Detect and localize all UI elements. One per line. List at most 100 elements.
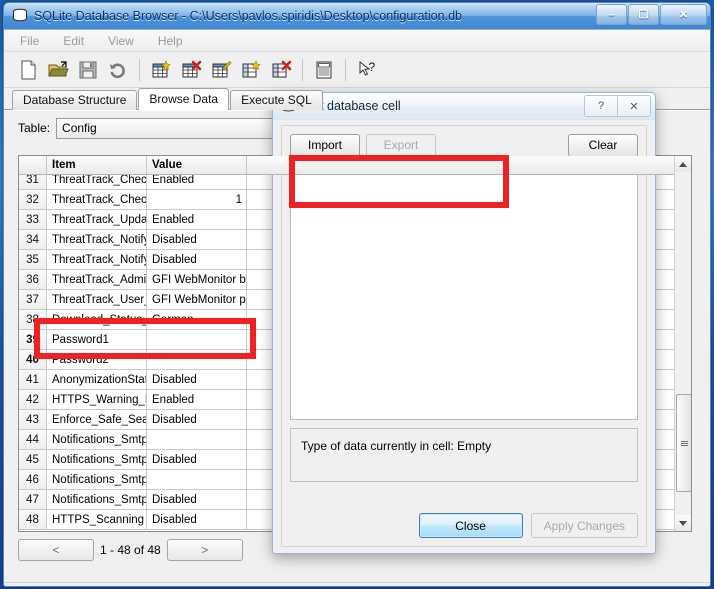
- row-number: 42: [19, 390, 47, 410]
- cell-item[interactable]: Notifications_Smtp_: [47, 450, 147, 470]
- cell-value[interactable]: [147, 470, 247, 490]
- previous-page-button[interactable]: <: [18, 539, 94, 561]
- row-number: 39: [19, 330, 47, 350]
- cell-item[interactable]: Notifications_Smtp_: [47, 470, 147, 490]
- export-button: Export: [366, 133, 436, 157]
- cell-item[interactable]: HTTPS_Scanning: [47, 510, 147, 530]
- cell-value[interactable]: Disabled: [147, 370, 247, 390]
- row-number: 43: [19, 410, 47, 430]
- tab-database-structure[interactable]: Database Structure: [12, 90, 138, 110]
- scrollbar-thumb[interactable]: [676, 394, 691, 492]
- cell-value[interactable]: 1: [147, 190, 247, 210]
- cell-value[interactable]: Enabled: [147, 390, 247, 410]
- open-database-button[interactable]: [44, 56, 72, 84]
- revert-changes-button[interactable]: [104, 56, 132, 84]
- cell-value[interactable]: [147, 350, 247, 370]
- header-item[interactable]: Item: [47, 156, 147, 174]
- save-database-button[interactable]: [74, 56, 102, 84]
- row-number: 34: [19, 230, 47, 250]
- grip-icon: [680, 440, 688, 447]
- cell-item[interactable]: Download_Status_W: [47, 310, 147, 330]
- row-number: 36: [19, 270, 47, 290]
- new-database-button[interactable]: [14, 56, 42, 84]
- cell-editor-textarea[interactable]: [290, 164, 638, 420]
- window-title: SQLite Database Browser - C:\Users\pavlo…: [34, 9, 462, 23]
- cell-item[interactable]: Notifications_Smtp_: [47, 430, 147, 450]
- cell-value[interactable]: Disabled: [147, 230, 247, 250]
- cell-value[interactable]: GFI WebMonitor blo: [147, 270, 247, 290]
- cell-item[interactable]: ThreatTrack_Check_: [47, 190, 147, 210]
- clear-button[interactable]: Clear: [568, 133, 638, 157]
- apply-changes-button: Apply Changes: [530, 513, 638, 538]
- dialog-close-button[interactable]: ✕: [617, 95, 651, 117]
- scroll-down-button[interactable]: [675, 515, 691, 531]
- minimize-icon: –: [608, 8, 615, 21]
- cell-item[interactable]: ThreatTrack_Admin_: [47, 270, 147, 290]
- next-page-button[interactable]: >: [166, 539, 243, 561]
- cell-item[interactable]: Password2: [47, 350, 147, 370]
- cell-value[interactable]: [147, 430, 247, 450]
- cell-value[interactable]: Enabled: [147, 210, 247, 230]
- tab-execute-sql[interactable]: Execute SQL: [230, 90, 323, 110]
- modify-table-icon: [212, 60, 232, 77]
- create-index-button[interactable]: [237, 56, 265, 84]
- cell-item[interactable]: HTTPS_Warning_Pag: [47, 390, 147, 410]
- menu-item-edit[interactable]: Edit: [57, 32, 96, 50]
- cell-value[interactable]: Disabled: [147, 450, 247, 470]
- cell-value[interactable]: [147, 330, 247, 350]
- cell-type-panel: Type of data currently in cell: Empty: [290, 428, 638, 482]
- import-button[interactable]: Import: [290, 133, 360, 157]
- table-label: Table:: [18, 121, 51, 135]
- dialog-help-button[interactable]: ?: [584, 95, 617, 117]
- cell-value[interactable]: GFI WebMonitor pro: [147, 290, 247, 310]
- save-database-icon: [79, 61, 97, 78]
- close-icon: ✕: [629, 100, 639, 113]
- cell-item[interactable]: ThreatTrack_User_N: [47, 290, 147, 310]
- new-database-icon: [21, 60, 36, 79]
- maximize-button[interactable]: ❐: [628, 4, 659, 25]
- modify-table-button[interactable]: [207, 56, 235, 84]
- header-value[interactable]: Value: [147, 156, 247, 174]
- log-button[interactable]: [310, 56, 338, 84]
- maximize-icon: ❐: [638, 9, 649, 21]
- cell-item[interactable]: ThreatTrack_Notify_: [47, 250, 147, 270]
- tab-label: Execute SQL: [241, 93, 312, 107]
- scroll-up-button[interactable]: [675, 156, 691, 172]
- row-number: 33: [19, 210, 47, 230]
- menu-item-view[interactable]: View: [102, 32, 146, 50]
- cell-item[interactable]: Notifications_Smtp_: [47, 490, 147, 510]
- cell-value[interactable]: Disabled: [147, 410, 247, 430]
- minimize-button[interactable]: –: [596, 4, 627, 25]
- delete-table-button[interactable]: [177, 56, 205, 84]
- import-button-label: Import: [307, 138, 342, 152]
- export-button-label: Export: [383, 138, 419, 152]
- close-dialog-button[interactable]: Close: [418, 513, 523, 538]
- cell-item[interactable]: ThreatTrack_Update: [47, 210, 147, 230]
- cell-value[interactable]: German: [147, 310, 247, 330]
- clear-button-label: Clear: [588, 138, 618, 152]
- delete-index-button[interactable]: [267, 56, 295, 84]
- grid-vertical-scrollbar[interactable]: [674, 156, 691, 531]
- row-number: 45: [19, 450, 47, 470]
- menu-item-help[interactable]: Help: [152, 32, 195, 50]
- cell-value[interactable]: Disabled: [147, 510, 247, 530]
- whats-this-button[interactable]: ?: [353, 56, 381, 84]
- cell-item[interactable]: ThreatTrack_Notify_: [47, 230, 147, 250]
- cell-item[interactable]: AnonymizationStatu: [47, 370, 147, 390]
- menu-item-file[interactable]: File: [14, 32, 51, 50]
- previous-page-label: <: [52, 543, 60, 557]
- open-database-icon: [48, 60, 69, 76]
- status-bar: [4, 582, 710, 586]
- row-number: 37: [19, 290, 47, 310]
- tab-browse-data[interactable]: Browse Data: [138, 88, 230, 110]
- data-grid-header: Item Value: [19, 156, 674, 175]
- dialog-body: Import Export Clear Type of data current…: [281, 125, 647, 547]
- help-icon: ?: [597, 100, 605, 112]
- create-table-button[interactable]: [147, 56, 175, 84]
- apply-changes-label: Apply Changes: [543, 518, 625, 533]
- cell-value[interactable]: Disabled: [147, 250, 247, 270]
- cell-value[interactable]: Disabled: [147, 490, 247, 510]
- close-button[interactable]: ✕: [660, 4, 707, 25]
- cell-item[interactable]: Password1: [47, 330, 147, 350]
- cell-item[interactable]: Enforce_Safe_Searc: [47, 410, 147, 430]
